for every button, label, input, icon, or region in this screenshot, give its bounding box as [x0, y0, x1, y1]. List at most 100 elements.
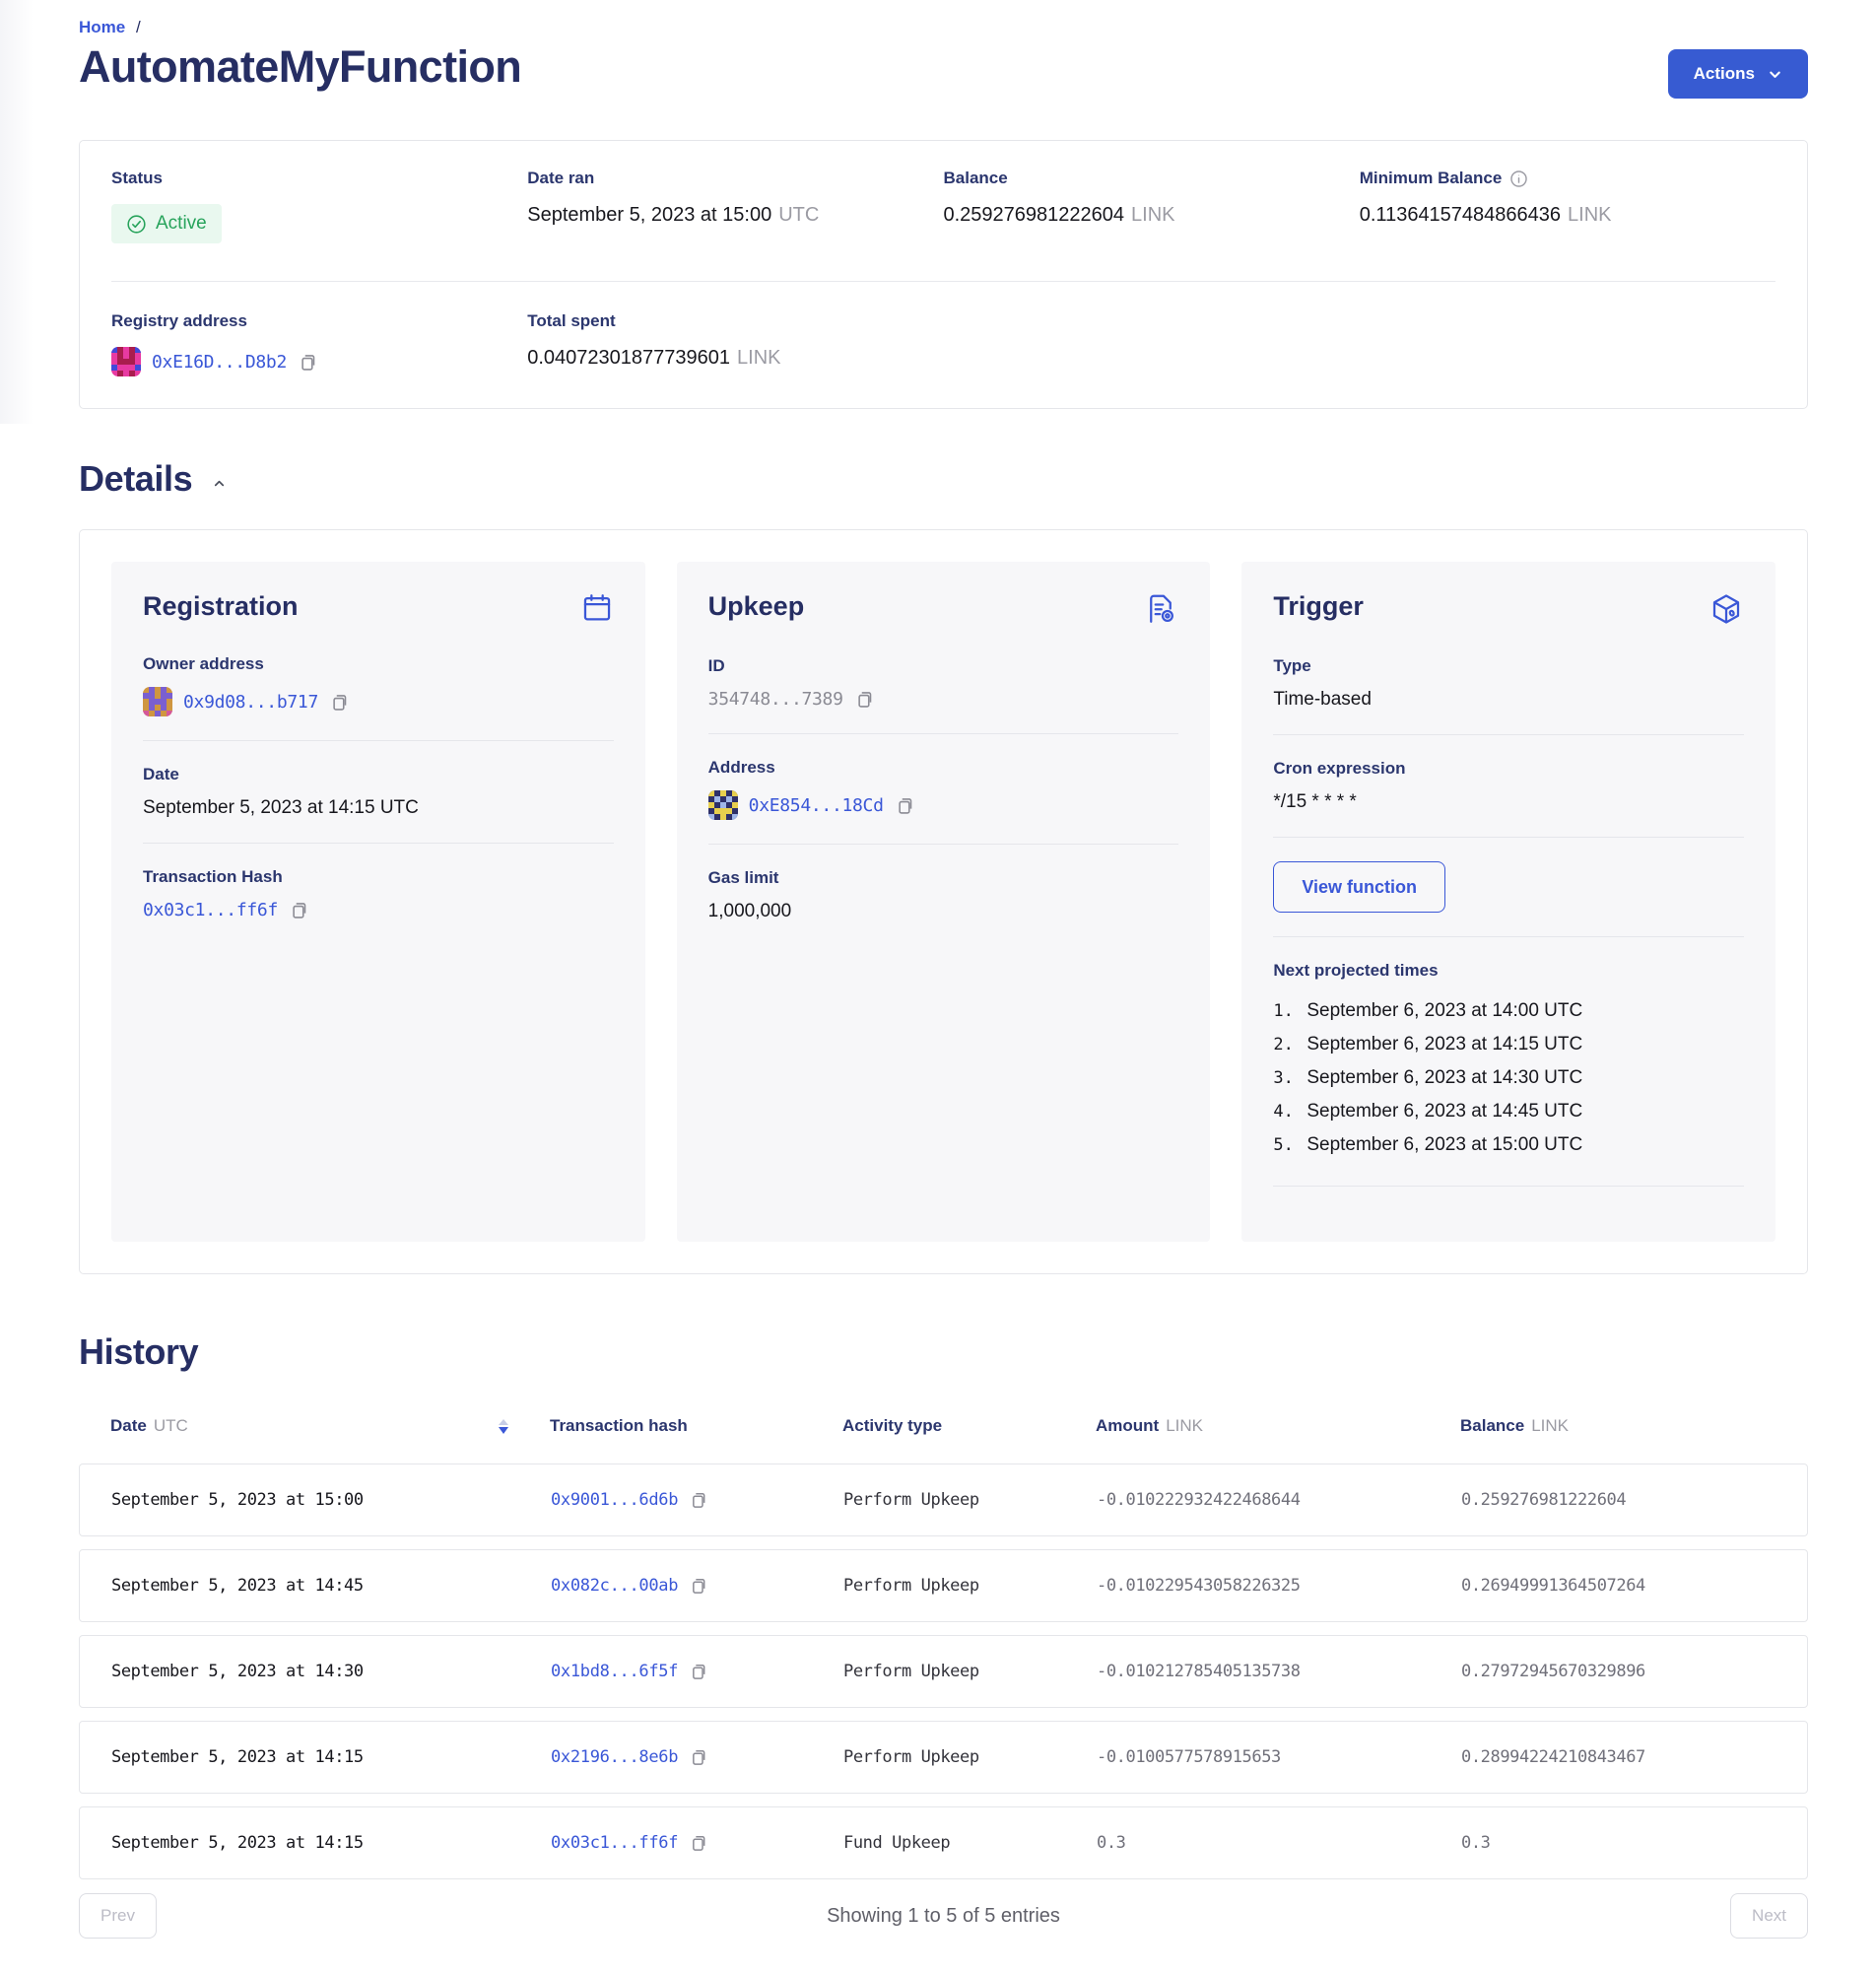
row-activity: Perform Upkeep	[843, 1576, 1097, 1596]
total-spent-value: 0.04072301877739601	[527, 347, 730, 370]
row-date: September 5, 2023 at 15:00	[111, 1490, 551, 1510]
history-table: Date UTC Transaction hash Activity type …	[79, 1416, 1808, 1879]
view-function-button[interactable]: View function	[1273, 861, 1445, 913]
next-time-text: September 6, 2023 at 15:00 UTC	[1306, 1128, 1582, 1162]
details-collapse-toggle[interactable]	[208, 472, 231, 495]
next-projected-times-field: Next projected times 1. September 6, 202…	[1273, 961, 1744, 1162]
column-balance-unit: LINK	[1531, 1416, 1569, 1436]
date-ran-value: September 5, 2023 at 15:00	[527, 204, 771, 227]
transaction-hash-label: Transaction Hash	[143, 867, 614, 887]
upkeep-id-field: ID 354748...7389	[708, 656, 1179, 710]
copy-row-tx-button[interactable]	[688, 1576, 707, 1596]
row-date: September 5, 2023 at 14:15	[111, 1747, 551, 1767]
total-spent-label: Total spent	[527, 311, 943, 331]
copy-upkeep-address-button[interactable]	[894, 795, 914, 816]
next-time-text: September 6, 2023 at 14:30 UTC	[1306, 1061, 1582, 1095]
gas-limit-label: Gas limit	[708, 868, 1179, 888]
next-button[interactable]: Next	[1730, 1893, 1808, 1939]
column-amount-unit: LINK	[1166, 1416, 1203, 1436]
copy-registry-address-button[interactable]	[297, 352, 317, 373]
registration-date-label: Date	[143, 765, 614, 784]
breadcrumb-home-link[interactable]: Home	[79, 18, 125, 36]
row-balance: 0.3	[1461, 1833, 1807, 1853]
status-value: Active	[156, 213, 207, 235]
row-tx-link[interactable]: 0x082c...00ab	[551, 1576, 678, 1596]
next-projected-times-label: Next projected times	[1273, 961, 1744, 981]
table-row: September 5, 2023 at 14:15 0x03c1...ff6f…	[79, 1806, 1808, 1879]
next-time-number: 2.	[1273, 1028, 1306, 1061]
info-icon[interactable]	[1509, 170, 1528, 188]
next-time-item: 5. September 6, 2023 at 15:00 UTC	[1273, 1128, 1744, 1162]
trigger-type-field: Type Time-based	[1273, 656, 1744, 711]
status-label: Status	[111, 169, 527, 188]
upkeep-id-value: 354748...7389	[708, 689, 843, 710]
upkeep-identicon	[708, 790, 738, 820]
date-ran-unit: UTC	[778, 204, 819, 227]
copy-transaction-hash-button[interactable]	[288, 900, 308, 920]
page: Home / AutomateMyFunction Actions Status	[0, 0, 1876, 1974]
divider	[708, 733, 1179, 734]
next-time-text: September 6, 2023 at 14:00 UTC	[1306, 994, 1582, 1028]
owner-address-link[interactable]: 0x9d08...b717	[183, 692, 318, 713]
registry-address-link[interactable]: 0xE16D...D8b2	[152, 352, 287, 373]
upkeep-address-field: Address 0xE854...18Cd	[708, 758, 1179, 820]
registration-heading: Registration	[143, 591, 299, 622]
details-heading: Details	[79, 458, 192, 500]
balance-field: Balance 0.259276981222604 LINK	[944, 169, 1360, 243]
prev-button[interactable]: Prev	[79, 1893, 157, 1939]
row-tx-link[interactable]: 0x1bd8...6f5f	[551, 1662, 678, 1681]
check-circle-icon	[126, 214, 147, 235]
divider	[1273, 734, 1744, 735]
summary-card: Status Active Date ran September 5, 2023…	[79, 140, 1808, 409]
row-activity: Perform Upkeep	[843, 1662, 1097, 1681]
copy-owner-address-button[interactable]	[328, 692, 349, 713]
sort-descending-icon[interactable]	[497, 1417, 510, 1436]
row-balance: 0.27972945670329896	[1461, 1662, 1807, 1681]
registration-card: Registration Owner address 0x9d08...b717…	[111, 562, 645, 1242]
row-tx-link[interactable]: 0x9001...6d6b	[551, 1490, 678, 1510]
row-tx-link[interactable]: 0x03c1...ff6f	[551, 1833, 678, 1853]
actions-button-label: Actions	[1694, 64, 1755, 84]
history-table-header: Date UTC Transaction hash Activity type …	[79, 1416, 1808, 1436]
table-row: September 5, 2023 at 14:15 0x2196...8e6b…	[79, 1721, 1808, 1794]
row-amount: -0.010229543058226325	[1097, 1576, 1461, 1596]
divider	[1273, 837, 1744, 838]
next-time-number: 1.	[1273, 994, 1306, 1028]
copy-row-tx-button[interactable]	[688, 1833, 707, 1853]
owner-address-field: Owner address 0x9d08...b717	[143, 654, 614, 716]
column-amount-label: Amount	[1096, 1416, 1159, 1436]
divider	[708, 844, 1179, 845]
status-field: Status Active	[111, 169, 527, 243]
row-tx-link[interactable]: 0x2196...8e6b	[551, 1747, 678, 1767]
balance-value: 0.259276981222604	[944, 204, 1125, 227]
owner-address-label: Owner address	[143, 654, 614, 674]
upkeep-address-link[interactable]: 0xE854...18Cd	[749, 795, 884, 816]
column-activity-label: Activity type	[842, 1416, 942, 1436]
min-balance-label: Minimum Balance	[1360, 169, 1503, 188]
table-row: September 5, 2023 at 15:00 0x9001...6d6b…	[79, 1463, 1808, 1536]
min-balance-unit: LINK	[1568, 204, 1611, 227]
min-balance-field: Minimum Balance 0.11364157484866436 LINK	[1360, 169, 1776, 243]
copy-row-tx-button[interactable]	[688, 1747, 707, 1767]
row-balance: 0.259276981222604	[1461, 1490, 1807, 1510]
row-balance: 0.26949991364507264	[1461, 1576, 1807, 1596]
details-card: Registration Owner address 0x9d08...b717…	[79, 529, 1808, 1274]
actions-button[interactable]: Actions	[1668, 49, 1808, 99]
table-row: September 5, 2023 at 14:30 0x1bd8...6f5f…	[79, 1635, 1808, 1708]
total-spent-unit: LINK	[737, 347, 780, 370]
trigger-card: Trigger Type Time-based Cron expression …	[1241, 562, 1776, 1242]
row-date: September 5, 2023 at 14:45	[111, 1576, 551, 1596]
copy-upkeep-id-button[interactable]	[853, 689, 874, 710]
next-time-number: 3.	[1273, 1061, 1306, 1095]
column-balance-label: Balance	[1460, 1416, 1524, 1436]
transaction-hash-link[interactable]: 0x03c1...ff6f	[143, 900, 278, 920]
next-time-text: September 6, 2023 at 14:45 UTC	[1306, 1095, 1582, 1128]
next-time-number: 5.	[1273, 1128, 1306, 1162]
copy-row-tx-button[interactable]	[688, 1662, 707, 1681]
status-badge: Active	[111, 204, 222, 243]
copy-row-tx-button[interactable]	[688, 1490, 707, 1510]
gas-limit-field: Gas limit 1,000,000	[708, 868, 1179, 922]
cron-expression-value: */15 * * * *	[1273, 791, 1357, 813]
calendar-icon	[580, 591, 614, 625]
row-activity: Fund Upkeep	[843, 1833, 1097, 1853]
